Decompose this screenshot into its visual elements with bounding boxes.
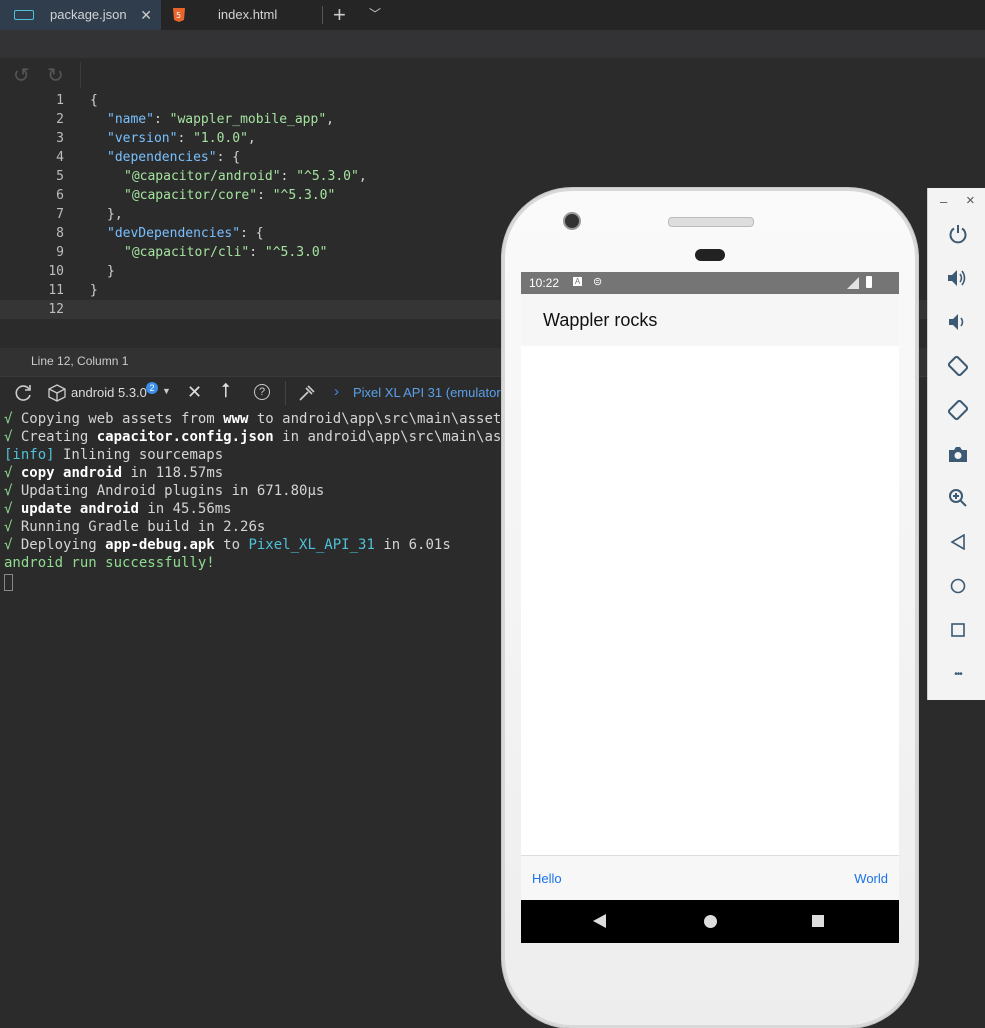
power-icon[interactable] [946,222,970,246]
code-line: 5 "@capacitor/android": "^5.3.0", [56,169,367,184]
chevron-down-icon[interactable]: ﹀ [369,5,381,22]
redo-icon[interactable]: ↻ [47,63,64,88]
help-icon[interactable]: ? [254,384,270,400]
overview-icon[interactable] [946,618,970,642]
earpiece-speaker [668,217,754,227]
terminal-line: android run successfully! [4,555,215,571]
volume-down-icon[interactable] [946,310,970,334]
html5-icon: 5 [173,8,185,22]
android-status-bar: 10:22 A ⊜ [521,272,899,294]
notification-icon: ⊜ [593,276,603,288]
device-selector[interactable]: Pixel XL API 31 (emulator) [353,385,505,400]
android-nav-bar [521,900,899,943]
cursor-position: Line 12, Column 1 [31,354,129,368]
cube-icon [48,384,66,402]
build-hammer-icon[interactable] [297,383,317,403]
chevron-right-icon: › [334,383,339,400]
emulator-controls: – × ••• [927,188,985,700]
code-line: 2 "name": "wappler_mobile_app", [56,112,334,127]
recents-nav-icon[interactable] [812,915,824,927]
app-footer: Hello World [521,855,899,901]
terminal-line: √ Running Gradle build in 2.26s [4,519,266,535]
terminal-line: √ Deploying app-debug.apk to Pixel_XL_AP… [4,537,451,553]
volume-up-icon[interactable] [946,266,970,290]
footer-link-world[interactable]: World [854,871,888,886]
terminal-line: [info] Inlining sourcemaps [4,447,224,463]
tab-package-json[interactable]: package.json ✕ [0,0,161,30]
home-nav-icon[interactable] [704,915,717,928]
phone-emulator: 10:22 A ⊜ Wappler rocks Hello World [502,188,918,1028]
terminal-line: √ Copying web assets from www to android… [4,411,536,427]
home-icon[interactable] [946,574,970,598]
tab-label: index.html [218,7,278,22]
phone-screen[interactable]: 10:22 A ⊜ Wappler rocks Hello World [521,272,899,943]
json-file-icon [14,10,34,20]
code-line: 3 "version": "1.0.0", [56,131,256,146]
proximity-sensor [695,249,725,261]
svg-text:5: 5 [176,11,181,20]
app-title: Wappler rocks [543,310,658,330]
tab-label: package.json [50,7,127,22]
battery-icon [866,276,872,288]
rotate-left-icon[interactable] [946,354,970,378]
footer-link-hello[interactable]: Hello [532,871,562,886]
platform-label[interactable]: android 5.3.0 [71,385,147,400]
app-toolbar: Wappler rocks [521,294,899,346]
status-time: 10:22 [529,276,560,290]
code-line: 1{ [56,93,98,108]
back-nav-icon[interactable] [593,914,607,928]
back-icon[interactable] [946,530,970,554]
signal-icon [847,277,859,289]
zoom-icon[interactable] [946,486,970,510]
notification-a-icon: A [573,277,582,286]
dropdown-arrow-icon[interactable]: ▼ [162,386,171,396]
terminal-line: √ copy android in 118.57ms [4,465,224,481]
camera-icon[interactable] [946,442,970,466]
minimize-button[interactable]: – [940,194,947,209]
tab-bar: package.json ✕ 5 index.html + ﹀ [0,0,985,30]
code-line: 4 "dependencies": { [56,150,241,165]
more-options-icon[interactable]: ••• [946,662,970,686]
app-content [521,346,899,855]
front-camera [563,212,581,230]
terminal-cursor [4,574,13,591]
close-icon[interactable]: ✕ [140,7,152,24]
refresh-icon[interactable] [13,383,33,403]
editor-toolbar: ↺ ↻ [0,58,985,92]
add-tab-icon[interactable]: + [333,2,346,28]
tab-strip [0,30,985,58]
undo-icon[interactable]: ↺ [13,63,30,88]
close-button[interactable]: × [966,192,975,209]
platform-badge: 2 [146,382,158,394]
terminal-line: √ Updating Android plugins in 671.80μs [4,483,325,499]
tab-index-html[interactable]: 5 index.html [161,0,321,30]
terminal-line: √ Creating capacitor.config.json in andr… [4,429,536,445]
upload-icon[interactable]: ⭡ [221,380,230,403]
rotate-right-icon[interactable] [946,398,970,422]
stop-icon[interactable]: ✕ [187,382,202,403]
terminal-line: √ update android in 45.56ms [4,501,232,517]
